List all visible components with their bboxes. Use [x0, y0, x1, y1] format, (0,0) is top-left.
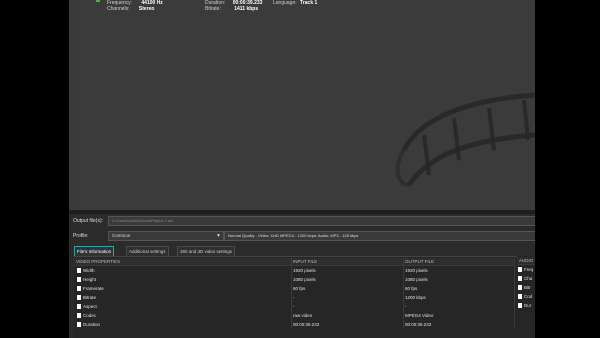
input-value: -	[293, 295, 295, 300]
profile-label: Profile:	[73, 233, 89, 239]
video-properties-table: VIDEO PROPERTIES INPUT FILE OUTPUT FILE …	[74, 256, 535, 338]
input-value: -	[293, 304, 295, 309]
property-name: Framerate	[83, 286, 104, 291]
property-name: Aspect	[83, 304, 97, 309]
audio-property-name: Cod	[524, 294, 533, 299]
file-icon	[518, 303, 522, 308]
property-name: Duration	[83, 322, 101, 327]
converter-window: Frequency: 44100 Hz Channels: Stereo Dur…	[69, 0, 535, 338]
property-name: Width	[83, 268, 95, 273]
input-value: 00:00:39.233	[293, 322, 320, 327]
table-row: Bitrate - 1200 kbps	[74, 294, 514, 302]
table-row: Cha	[517, 275, 535, 283]
table-row: Codec raw video MPEG4 Video	[74, 312, 514, 320]
file-icon	[77, 268, 81, 273]
table-row: Framerate 60 fps 60 fps	[74, 285, 514, 293]
audio-property-name: Cha	[524, 276, 533, 281]
input-value: raw video	[293, 313, 313, 318]
header-video-properties: VIDEO PROPERTIES	[74, 258, 291, 266]
chevron-down-icon: ▼	[216, 233, 221, 239]
file-icon	[518, 285, 522, 290]
output-value: 60 fps	[405, 286, 418, 291]
property-name: Codec	[83, 313, 97, 318]
audio-property-name: Dur	[524, 303, 532, 308]
output-value: MPEG4 Video	[405, 313, 434, 318]
file-icon	[77, 286, 81, 291]
file-icon	[77, 304, 81, 309]
divider	[69, 210, 535, 214]
header-output-file: OUTPUT FILE	[403, 258, 514, 266]
header-input-file: INPUT FILE	[291, 258, 403, 266]
audio-properties-table: AUDIO Freq Cha Bitr Cod Dur	[517, 256, 535, 338]
table-row: Height 1080 pixels 1080 pixels	[74, 276, 514, 284]
table-row: Freq	[517, 266, 535, 274]
file-icon	[77, 277, 81, 282]
output-label: Output file(s):	[73, 218, 104, 224]
profile-preset-dropdown[interactable]: Normal Quality - Video: XviD MPEG4 - 120…	[224, 231, 535, 241]
audio-property-name: Freq	[524, 267, 534, 272]
table-row: Duration 00:00:39.233 00:00:39.233	[74, 321, 514, 329]
film-reel-watermark-icon	[395, 92, 535, 187]
table-row: Dur	[517, 302, 535, 310]
file-icon	[77, 322, 81, 327]
table-row: Cod	[517, 293, 535, 301]
output-value: 1920 pixels	[405, 268, 428, 273]
output-value: -	[405, 304, 407, 309]
profile-category-dropdown[interactable]: Common ▼	[108, 231, 224, 241]
file-icon	[518, 267, 522, 272]
output-value: 00:00:39.233	[405, 322, 432, 327]
table-row: Bitr	[517, 284, 535, 292]
output-value: 1080 pixels	[405, 277, 428, 282]
audio-property-name: Bitr	[524, 285, 531, 290]
output-path-field[interactable]: C:\Users\AAA\Videos\Project 1.avi	[108, 216, 535, 226]
profile-category-value: Common	[112, 233, 131, 238]
column-divider	[514, 258, 515, 328]
header-audio: AUDIO	[517, 257, 535, 265]
file-icon	[518, 276, 522, 281]
table-row: Width 1920 pixels 1920 pixels	[74, 267, 514, 275]
file-icon	[518, 294, 522, 299]
property-name: Height	[83, 277, 97, 282]
input-value: 1920 pixels	[293, 268, 316, 273]
output-value: 1200 kbps	[405, 295, 426, 300]
video-preview-area: Frequency: 44100 Hz Channels: Stereo Dur…	[74, 0, 535, 210]
table-row: Aspect - -	[74, 303, 514, 311]
input-value: 1080 pixels	[293, 277, 316, 282]
property-name: Bitrate	[83, 295, 97, 300]
input-value: 60 fps	[293, 286, 306, 291]
file-icon	[77, 295, 81, 300]
file-icon	[77, 313, 81, 318]
